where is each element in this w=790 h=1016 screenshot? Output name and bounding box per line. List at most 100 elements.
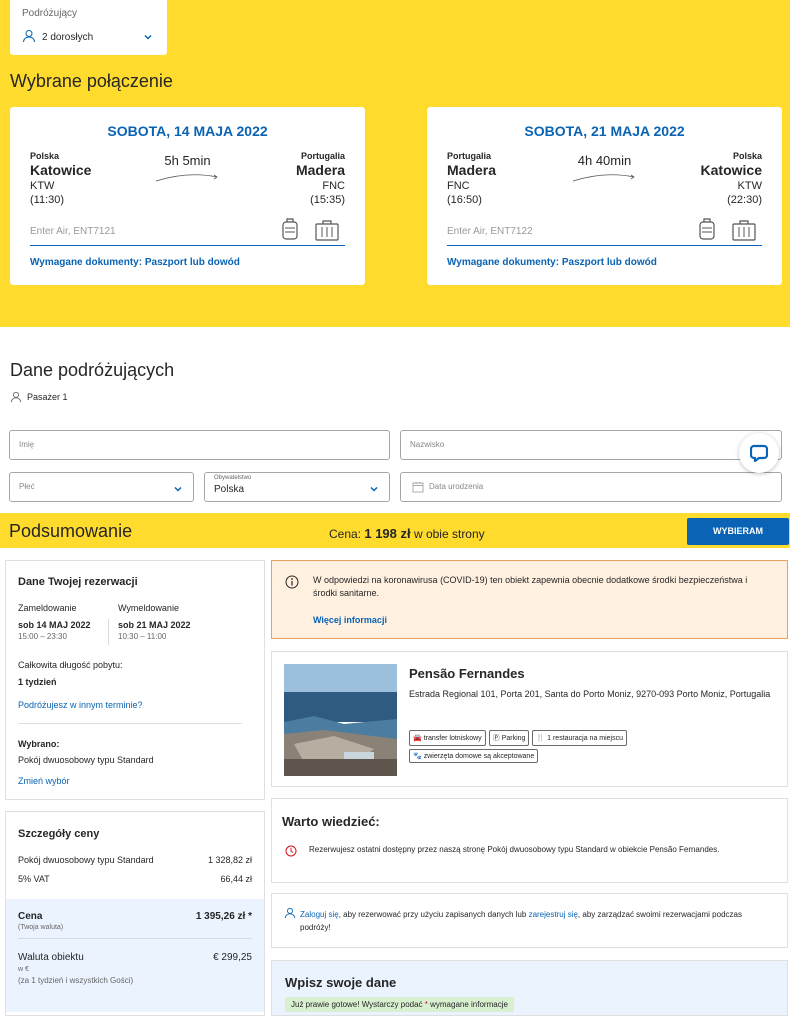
booking-details-panel: Dane Twojej rezerwacji Zameldowanie Wyme…	[5, 560, 265, 800]
enter-details-title: Wpisz swoje dane	[285, 975, 397, 990]
selected-label: Wybrano:	[18, 739, 60, 749]
airline-flight-number: Enter Air, ENT7121	[30, 226, 116, 237]
local-currency-value: € 299,25	[213, 952, 252, 963]
required-documents-link[interactable]: Wymagane dokumenty: Paszport lub dowód	[30, 257, 240, 268]
origin-code: FNC	[447, 180, 470, 192]
gender-placeholder: Płeć	[19, 482, 35, 491]
local-currency-label: Waluta obiektu	[18, 952, 84, 963]
travelers-value: 2 dorosłych	[42, 32, 94, 43]
travelers-dropdown[interactable]: Podróżujący 2 dorosłych	[10, 0, 167, 55]
last-name-placeholder: Nazwisko	[410, 440, 445, 449]
worth-knowing-panel: Warto wiedzieć: Rezerwujesz ostatni dost…	[271, 798, 788, 883]
departure-time: (11:30)	[30, 194, 65, 206]
info-icon	[285, 575, 299, 589]
person-icon	[284, 907, 296, 919]
citizenship-select[interactable]: Obywatelstwo Polska	[204, 472, 390, 502]
hotel-photo-image	[284, 664, 397, 776]
checkout-label: Wymeldowanie	[118, 603, 179, 613]
checkout-time: 10:30 – 11:00	[118, 632, 167, 641]
worth-knowing-text: Rezerwujesz ostatni dostępny przez naszą…	[309, 845, 720, 854]
checked-baggage-icon[interactable]	[314, 219, 340, 241]
paw-icon: 🐾	[413, 753, 422, 760]
card-divider	[447, 245, 762, 246]
change-selection-link[interactable]: Zmień wybór	[18, 776, 70, 786]
chat-icon	[750, 444, 768, 462]
checkin-time: 15:00 – 23:30	[18, 632, 67, 641]
vat-value: 66,44 zł	[220, 874, 252, 884]
passengers-title: Dane podróżujących	[10, 360, 175, 380]
destination-code: KTW	[737, 180, 762, 192]
last-name-field[interactable]: Nazwisko	[400, 430, 782, 460]
covid-notice: W odpowiedzi na koronawirusa (COVID-19) …	[271, 560, 788, 639]
citizenship-value: Polska	[214, 484, 245, 495]
hotel-name[interactable]: Pensão Fernandes	[409, 666, 525, 681]
register-link[interactable]: zarejestruj się	[529, 910, 578, 919]
facility-airport-transfer: 🚘 transfer lotniskowy	[409, 730, 486, 746]
local-currency-note: (za 1 tydzień i wszystkich Gości)	[18, 976, 134, 985]
hotel-card: Pensão Fernandes Estrada Regional 101, P…	[271, 651, 788, 787]
booking-title: Dane Twojej rezerwacji	[18, 576, 138, 588]
local-currency-unit: w €	[18, 966, 29, 973]
chat-button[interactable]	[739, 433, 779, 473]
choose-button[interactable]: WYBIERAM	[687, 518, 789, 545]
card-divider	[30, 245, 345, 246]
chevron-down-icon	[370, 486, 378, 492]
car-icon: 🚘	[413, 735, 422, 742]
airline-flight-number: Enter Air, ENT7122	[447, 226, 533, 237]
hotel-photo[interactable]	[284, 664, 397, 776]
more-info-link[interactable]: Więcej informacji	[313, 615, 387, 625]
first-name-placeholder: Imię	[19, 440, 35, 449]
flight-card-outbound: SOBOTA, 14 MAJA 2022 Polska Katowice KTW…	[10, 107, 365, 285]
origin-code: KTW	[30, 180, 55, 192]
facilities-row: 🚘 transfer lotniskowy Ⓟ Parking 🍴 1 restaur…	[409, 730, 628, 746]
required-info-note: Już prawie gotowe! Wystarczy podać * wym…	[285, 997, 514, 1012]
facilities-row: 🐾 zwierzęta domowe są akceptowane	[409, 749, 539, 763]
selected-connection-title: Wybrane połączenie	[10, 71, 173, 91]
chevron-down-icon	[144, 34, 152, 40]
checkout-date: sob 21 MAJ 2022	[118, 620, 191, 630]
total-price-value: 1 395,26 zł *	[195, 911, 252, 922]
checked-baggage-icon[interactable]	[731, 219, 757, 241]
room-price-value: 1 328,82 zł	[207, 855, 252, 865]
login-text: Zaloguj się, aby rezerwować przy użyciu …	[300, 910, 742, 932]
login-prompt: Zaloguj się, aby rezerwować przy użyciu …	[271, 893, 788, 948]
cabin-bag-icon[interactable]	[281, 217, 299, 241]
arrival-time: (15:35)	[310, 194, 345, 206]
total-price-label: Cena	[18, 911, 43, 922]
other-dates-link[interactable]: Podróżujesz w innym terminie?	[18, 700, 143, 710]
worth-knowing-title: Warto wiedzieć:	[282, 814, 380, 829]
first-name-field[interactable]: Imię	[9, 430, 390, 460]
birthdate-placeholder: Data urodzenia	[429, 482, 484, 491]
flight-date: SOBOTA, 21 MAJA 2022	[524, 123, 685, 139]
stay-length-label: Całkowita długość pobytu:	[18, 660, 123, 670]
calendar-icon	[412, 482, 424, 493]
clock-icon	[285, 845, 297, 857]
facility-pets: 🐾 zwierzęta domowe są akceptowane	[409, 749, 539, 763]
birthdate-field[interactable]: Data urodzenia	[400, 472, 782, 502]
summary-price: Cena: 1 198 zł w obie strony	[329, 526, 485, 541]
destination-country: Polska	[732, 151, 762, 161]
arrival-time: (22:30)	[727, 194, 762, 206]
cutlery-icon: 🍴	[536, 735, 546, 742]
citizenship-label: Obywatelstwo	[214, 475, 252, 481]
login-link[interactable]: Zaloguj się	[300, 910, 339, 919]
stay-length-value: 1 tydzień	[18, 677, 57, 687]
flight-card-return: SOBOTA, 21 MAJA 2022 Portugalia Madera F…	[427, 107, 782, 285]
flight-date: SOBOTA, 14 MAJA 2022	[107, 123, 268, 139]
required-documents-link[interactable]: Wymagane dokumenty: Paszport lub dowód	[447, 257, 657, 268]
chevron-down-icon	[174, 486, 182, 492]
destination-city: Katowice	[700, 162, 762, 178]
destination-country: Portugalia	[300, 151, 345, 161]
travelers-label: Podróżujący	[22, 8, 78, 19]
passenger-label: Pasażer 1	[27, 392, 68, 402]
covid-text: W odpowiedzi na koronawirusa (COVID-19) …	[313, 575, 748, 598]
departure-time: (16:50)	[447, 194, 482, 206]
gender-select[interactable]: Płeć	[9, 472, 194, 502]
room-price-label: Pokój dwuosobowy typu Standard	[18, 855, 154, 865]
facility-restaurant: 🍴 1 restauracja na miejscu	[532, 730, 628, 746]
vat-label: 5% VAT	[18, 874, 50, 884]
price-suffix: w obie strony	[410, 527, 485, 541]
date-divider	[108, 619, 109, 645]
cabin-bag-icon[interactable]	[698, 217, 716, 241]
person-icon	[10, 391, 22, 403]
